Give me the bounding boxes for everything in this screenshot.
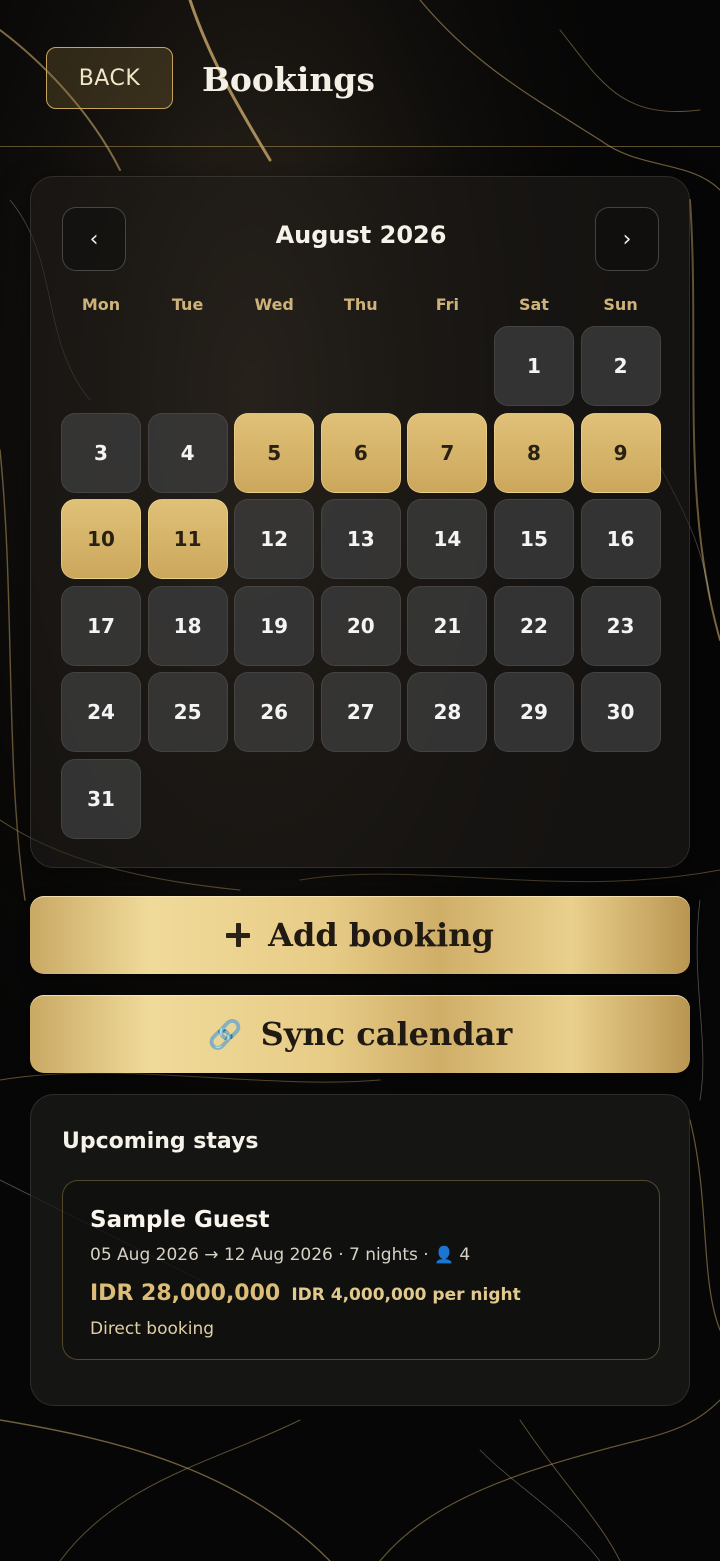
calendar-day[interactable]: 28 xyxy=(407,672,488,753)
calendar-day[interactable]: 4 xyxy=(147,412,228,493)
sync-calendar-label: Sync calendar xyxy=(260,1015,513,1053)
prev-month-button[interactable]: ‹ xyxy=(62,207,126,271)
stay-item[interactable]: Sample Guest 05 Aug 2026 → 12 Aug 2026 ·… xyxy=(62,1180,660,1360)
calendar-day[interactable]: 29 xyxy=(493,672,574,753)
calendar-day[interactable]: 17 xyxy=(61,585,141,666)
calendar-empty-cell xyxy=(321,326,401,406)
total-price: IDR 28,000,000 xyxy=(90,1281,281,1306)
guest-count: 4 xyxy=(459,1245,471,1265)
page-title: Bookings xyxy=(202,60,375,99)
person-icon: 👤 xyxy=(434,1245,454,1264)
calendar-empty-cell xyxy=(407,326,487,406)
calendar-day[interactable]: 25 xyxy=(147,672,228,753)
calendar-day[interactable]: 18 xyxy=(147,585,228,666)
next-month-button[interactable]: › xyxy=(595,207,659,271)
calendar-day[interactable]: 3 xyxy=(61,412,141,493)
booking-source: Direct booking xyxy=(90,1319,215,1339)
calendar-day-booked[interactable]: 6 xyxy=(320,412,401,493)
weekday-label: Wed xyxy=(254,295,294,314)
calendar-day[interactable]: 21 xyxy=(407,585,488,666)
calendar-day[interactable]: 26 xyxy=(234,672,315,753)
calendar-day-booked[interactable]: 10 xyxy=(61,499,141,580)
weekday-label: Thu xyxy=(343,295,378,314)
calendar-empty-cell xyxy=(234,326,314,406)
calendar-day[interactable]: 14 xyxy=(407,499,488,580)
sync-calendar-button[interactable]: 🔗 Sync calendar xyxy=(30,995,690,1073)
calendar-day[interactable]: 2 xyxy=(580,326,661,406)
calendar-day[interactable]: 15 xyxy=(493,499,574,580)
calendar-day[interactable]: 27 xyxy=(320,672,401,753)
plus-icon xyxy=(226,923,251,947)
upcoming-stays-title: Upcoming stays xyxy=(62,1129,259,1154)
upcoming-stays-card: Upcoming stays Sample Guest 05 Aug 2026 … xyxy=(30,1094,690,1406)
add-booking-label: Add booking xyxy=(268,916,494,954)
weekday-header: Mon Tue Wed Thu Fri Sat Sun xyxy=(61,295,661,315)
calendar-empty-cell xyxy=(148,326,228,406)
chevron-left-icon: ‹ xyxy=(89,226,99,252)
weekday-label: Tue xyxy=(171,295,204,314)
calendar-day-booked[interactable]: 7 xyxy=(407,412,488,493)
calendar-day[interactable]: 20 xyxy=(320,585,401,666)
calendar-day[interactable]: 1 xyxy=(493,326,574,406)
weekday-label: Mon xyxy=(81,295,121,314)
calendar-day[interactable]: 22 xyxy=(493,585,574,666)
calendar-day[interactable]: 19 xyxy=(234,585,315,666)
calendar-day[interactable]: 30 xyxy=(580,672,661,753)
month-title: August 2026 xyxy=(275,221,447,249)
calendar-grid: 1 2 3 4 5 6 7 8 9 10 11 12 13 14 15 16 17 18 19 20 21 22 23 24 2… xyxy=(61,326,661,839)
calendar-day[interactable]: 23 xyxy=(580,585,661,666)
guest-name: Sample Guest xyxy=(90,1207,270,1233)
back-button[interactable]: BACK xyxy=(46,47,173,109)
stay-dates: 05 Aug 2026 → 12 Aug 2026 · 7 nights · 👤… xyxy=(90,1245,470,1265)
weekday-label: Fri xyxy=(435,295,460,314)
calendar-day[interactable]: 13 xyxy=(320,499,401,580)
chevron-right-icon: › xyxy=(622,226,632,252)
weekday-label: Sun xyxy=(603,295,638,314)
calendar-day-booked[interactable]: 8 xyxy=(493,412,574,493)
weekday-label: Sat xyxy=(518,295,549,314)
stay-date-range: 05 Aug 2026 → 12 Aug 2026 · 7 nights · xyxy=(90,1245,429,1265)
calendar-day[interactable]: 16 xyxy=(580,499,661,580)
calendar-day[interactable]: 31 xyxy=(61,758,141,839)
calendar-day[interactable]: 24 xyxy=(61,672,141,753)
calendar-card: ‹ August 2026 › Mon Tue Wed Thu Fri Sat … xyxy=(30,176,690,868)
calendar-day-booked[interactable]: 9 xyxy=(580,412,661,493)
link-icon: 🔗 xyxy=(207,1017,243,1051)
price-row: IDR 28,000,000 IDR 4,000,000 per night xyxy=(90,1281,521,1306)
calendar-day-booked[interactable]: 5 xyxy=(234,412,315,493)
calendar-day[interactable]: 12 xyxy=(234,499,315,580)
calendar-empty-cell xyxy=(61,326,141,406)
calendar-day-booked[interactable]: 11 xyxy=(147,499,228,580)
add-booking-button[interactable]: Add booking xyxy=(30,896,690,974)
header-divider xyxy=(0,146,720,147)
nightly-rate: IDR 4,000,000 per night xyxy=(291,1285,521,1305)
